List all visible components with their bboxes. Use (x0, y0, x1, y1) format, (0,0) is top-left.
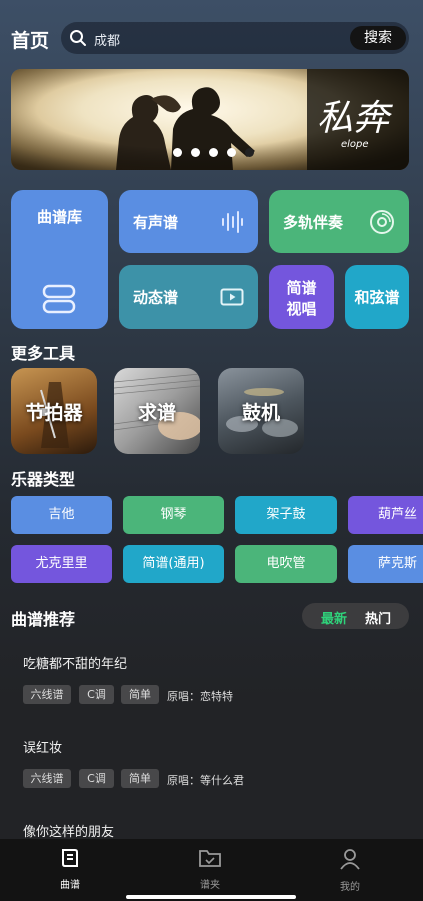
instrument-piano[interactable]: 钢琴 (123, 496, 224, 534)
banner-logo: 私奔 (317, 98, 390, 139)
song-tag: 六线谱 (23, 685, 71, 704)
song-singer: 原唱：恋特特 (167, 690, 233, 703)
carousel-dot[interactable] (191, 148, 200, 157)
tab-folders[interactable]: 谱夹 (180, 847, 240, 891)
tab-folders-label: 谱夹 (200, 880, 220, 891)
bottom-tab-bar: 曲谱 谱夹 我的 (0, 839, 423, 901)
song-title[interactable]: 误红妆 (23, 737, 62, 756)
search-bar[interactable]: 成都 搜索 (61, 22, 409, 54)
recommend-section-title: 曲谱推荐 (11, 610, 76, 629)
search-icon (70, 30, 86, 46)
request-score-label: 求谱 (137, 402, 176, 424)
home-indicator (126, 895, 296, 899)
user-icon (340, 849, 360, 870)
carousel-dot[interactable] (227, 148, 236, 157)
instrument-sax[interactable]: 萨克斯 (348, 545, 423, 583)
carousel-dot-active[interactable] (245, 148, 254, 157)
song-title[interactable]: 吃糖都不甜的年纪 (23, 653, 127, 672)
instrument-sax-label: 萨克斯 (378, 556, 418, 571)
audio-score-tile[interactable]: 有声谱 (119, 190, 258, 253)
instrument-jianpu[interactable]: 简谱(通用) (123, 545, 224, 583)
library-label: 曲谱库 (36, 208, 82, 226)
video-icon (220, 288, 244, 306)
multitrack-tile[interactable]: 多轨伴奏 (269, 190, 409, 253)
jianpu-sing-label-1: 简谱 (286, 279, 317, 297)
instrument-guitar[interactable]: 吉他 (11, 496, 112, 534)
instrument-hulusi-label: 葫芦丝 (378, 507, 418, 522)
song-tag: C调 (79, 685, 114, 704)
song-tag: 简单 (121, 685, 159, 704)
banner-carousel[interactable]: 私奔 elope (11, 69, 409, 170)
tab-newest[interactable]: 最新 (321, 608, 347, 627)
song-title[interactable]: 像你这样的朋友 (23, 821, 114, 840)
instruments-section-title: 乐器类型 (11, 470, 76, 489)
library-icon (42, 284, 76, 314)
jianpu-sing-label-2: 视唱 (286, 300, 317, 318)
search-button[interactable]: 搜索 (350, 26, 406, 50)
disc-icon (370, 209, 394, 234)
sort-toggle: 最新 热门 (302, 603, 409, 629)
metronome-label: 节拍器 (25, 402, 83, 424)
audio-score-label: 有声谱 (133, 213, 179, 231)
multitrack-label: 多轨伴奏 (283, 213, 344, 231)
chord-score-tile[interactable]: 和弦谱 (345, 265, 409, 329)
song-tag: 简单 (121, 769, 159, 788)
tab-scores[interactable]: 曲谱 (40, 847, 100, 891)
banner-logo-sub: elope (341, 139, 369, 150)
carousel-dot[interactable] (209, 148, 218, 157)
jianpu-sing-tile[interactable]: 简谱 视唱 (269, 265, 334, 329)
carousel-dots (173, 148, 254, 157)
song-tag: 六线谱 (23, 769, 71, 788)
drum-machine-tool[interactable]: 鼓机 (218, 368, 304, 454)
library-tile[interactable]: 曲谱库 (11, 190, 108, 329)
search-input[interactable]: 成都 (94, 30, 120, 49)
metronome-tool[interactable]: 节拍器 (11, 368, 97, 454)
song-singer: 原唱：等什么君 (167, 774, 244, 787)
instrument-ukulele[interactable]: 尤克里里 (11, 545, 112, 583)
score-book-icon (62, 849, 78, 867)
tab-hot[interactable]: 热门 (365, 608, 391, 627)
dynamic-score-label: 动态谱 (133, 288, 179, 307)
drum-machine-label: 鼓机 (241, 402, 280, 424)
folder-icon (199, 850, 221, 867)
instrument-wind-synth[interactable]: 电吹管 (235, 545, 337, 583)
instrument-hulusi[interactable]: 葫芦丝 (348, 496, 423, 534)
tab-scores-label: 曲谱 (60, 880, 80, 891)
carousel-dot[interactable] (173, 148, 182, 157)
page-title: 首页 (11, 30, 50, 52)
tools-section-title: 更多工具 (11, 344, 76, 363)
request-score-tool[interactable]: 求谱 (114, 368, 200, 454)
chord-score-label: 和弦谱 (354, 288, 400, 307)
header: 首页 成都 搜索 (0, 22, 423, 56)
tab-mine-label: 我的 (340, 882, 360, 893)
instrument-drums[interactable]: 架子鼓 (235, 496, 337, 534)
tab-mine[interactable]: 我的 (320, 847, 380, 893)
song-tag: C调 (79, 769, 114, 788)
dynamic-score-tile[interactable]: 动态谱 (119, 265, 258, 329)
waveform-icon (222, 210, 243, 233)
